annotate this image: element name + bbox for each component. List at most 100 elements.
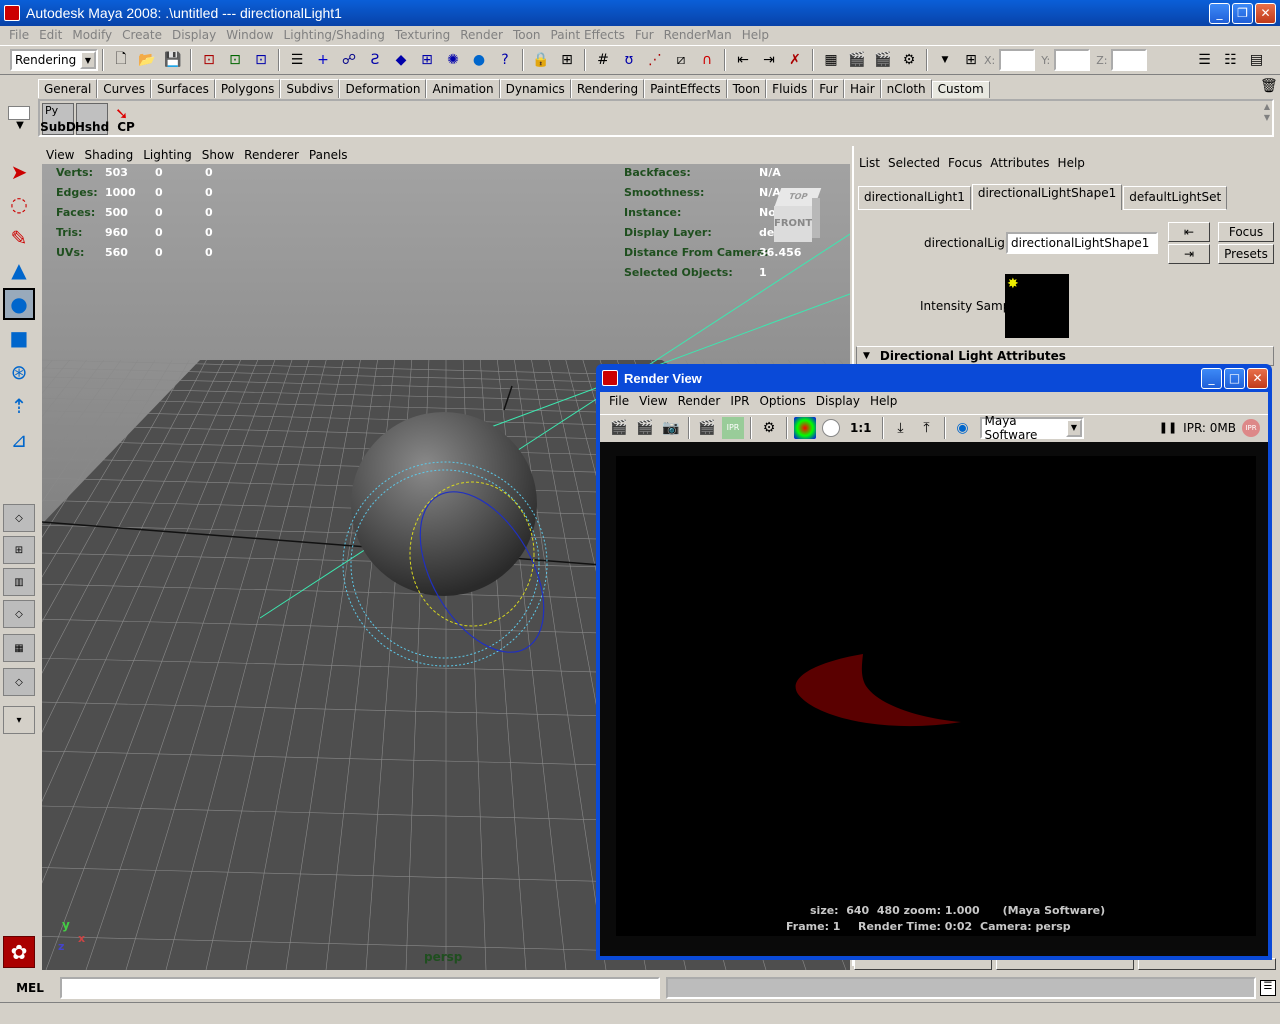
transform-mode-icon[interactable]: ⊞ (960, 49, 982, 71)
menu-lighting-shading[interactable]: Lighting/Shading (284, 28, 385, 42)
select-handles-icon[interactable]: + (312, 49, 334, 71)
rv-minimize-button[interactable]: _ (1201, 367, 1222, 389)
scale-tool-icon[interactable]: ■ (3, 322, 35, 354)
pause-ipr-icon[interactable]: ❚❚ (1159, 421, 1177, 434)
sphere[interactable] (351, 412, 537, 596)
input-connection-button[interactable]: ⇤ (1168, 222, 1210, 242)
graph-persp-layout-icon[interactable]: ◇ (3, 600, 35, 628)
menu-toon[interactable]: Toon (513, 28, 541, 42)
snap-view-plane-icon[interactable]: ⧄ (670, 49, 692, 71)
shelf-scroll-arrows[interactable]: ▲ ▼ (1264, 101, 1270, 123)
view-cube[interactable]: TOP FRONT (774, 188, 822, 246)
rv-menu-display[interactable]: Display (816, 394, 860, 412)
ae-menu-list[interactable]: List (859, 156, 880, 172)
layout-menu-icon[interactable]: ▾ (3, 706, 35, 734)
vp-menu-view[interactable]: View (46, 148, 74, 162)
shelf-tab-subdivs[interactable]: Subdivs (280, 79, 340, 98)
command-input[interactable] (60, 977, 660, 999)
vp-menu-panels[interactable]: Panels (309, 148, 348, 162)
universal-manipulator-icon[interactable]: ⊛ (3, 356, 35, 388)
shelf-tab-painteffects[interactable]: PaintEffects (644, 79, 727, 98)
menu-modify[interactable]: Modify (72, 28, 112, 42)
ae-menu-focus[interactable]: Focus (948, 156, 982, 172)
ae-menu-attributes[interactable]: Attributes (990, 156, 1049, 172)
rv-menu-file[interactable]: File (609, 394, 629, 412)
shelf-button-hshd[interactable]: Hshd (75, 103, 109, 135)
shelf-editor-icon[interactable] (8, 106, 30, 120)
persp-graph-layout-icon[interactable]: ◇ (3, 668, 35, 696)
shelf-tab-general[interactable]: General (38, 79, 98, 98)
z-input[interactable] (1111, 49, 1148, 71)
ae-tab-defaultlightset[interactable]: defaultLightSet (1123, 186, 1228, 210)
construction-history-icon[interactable]: ✗ (784, 49, 806, 71)
snap-curve-icon[interactable]: ʊ (618, 49, 640, 71)
ae-menu-selected[interactable]: Selected (888, 156, 940, 172)
output-connection-button[interactable]: ⇥ (1168, 244, 1210, 264)
rotate-tool-icon[interactable]: ● (3, 288, 35, 320)
menu-renderman[interactable]: RenderMan (664, 28, 732, 42)
node-name-field[interactable]: directionalLightShape1 (1006, 232, 1158, 254)
show-manipulator-icon[interactable]: ⊿ (3, 424, 35, 456)
render-view-icon[interactable]: ▦ (820, 49, 842, 71)
channel-box-toggle-icon[interactable]: ▤ (1245, 49, 1267, 71)
view-cube-front[interactable]: FRONT (774, 206, 812, 242)
input-connections-icon[interactable]: ⇤ (732, 49, 754, 71)
menu-display[interactable]: Display (172, 28, 216, 42)
shelf-tab-deformation[interactable]: Deformation (339, 79, 427, 98)
ipr-refresh-icon[interactable]: IPR (722, 416, 744, 439)
shelf-tab-custom[interactable]: Custom (931, 81, 990, 98)
menu-fur[interactable]: Fur (635, 28, 654, 42)
menu-window[interactable]: Window (226, 28, 273, 42)
rv-maximize-button[interactable]: □ (1224, 367, 1245, 389)
remove-image-icon[interactable]: ⤒ (916, 417, 938, 439)
save-scene-icon[interactable]: 💾 (162, 49, 184, 71)
make-live-icon[interactable]: ∩ (696, 49, 718, 71)
shelf-tab-animation[interactable]: Animation (426, 79, 500, 98)
new-scene-icon[interactable]: 🗋 (110, 49, 132, 71)
menu-file[interactable]: File (9, 28, 29, 42)
rv-close-button[interactable]: ✕ (1247, 367, 1268, 389)
y-input[interactable] (1054, 49, 1091, 71)
rv-menu-options[interactable]: Options (759, 394, 805, 412)
select-surfaces-icon[interactable]: ◆ (390, 49, 412, 71)
menuset-dropdown[interactable]: Rendering ▼ (10, 49, 98, 71)
render-region-icon[interactable]: 🎬 (634, 417, 656, 439)
renderer-dropdown[interactable]: Maya Software ▼ (979, 414, 1084, 442)
highlight-selection-icon[interactable]: ⊞ (556, 49, 578, 71)
display-render-camera-icon[interactable]: ◉ (952, 417, 974, 439)
shelf-tab-curves[interactable]: Curves (97, 79, 151, 98)
rv-menu-help[interactable]: Help (870, 394, 897, 412)
render-current-frame-icon[interactable]: 🎬 (846, 49, 868, 71)
alpha-channel-icon[interactable] (820, 417, 842, 439)
x-input[interactable] (999, 49, 1036, 71)
select-dynamics-icon[interactable]: ✺ (442, 49, 464, 71)
menu-texturing[interactable]: Texturing (395, 28, 450, 42)
output-connections-icon[interactable]: ⇥ (758, 49, 780, 71)
attribute-editor-toggle-icon[interactable]: ☰ (1193, 49, 1215, 71)
shelf-tab-fluids[interactable]: Fluids (766, 79, 814, 98)
select-curves-icon[interactable]: Ƨ (364, 49, 386, 71)
render-settings-icon[interactable]: ⚙ (758, 417, 780, 439)
color-channels-icon[interactable] (794, 416, 816, 439)
select-object-icon[interactable]: ⊡ (224, 49, 246, 71)
maximize-button[interactable]: ❐ (1232, 2, 1253, 24)
shelf-tab-surfaces[interactable]: Surfaces (150, 79, 215, 98)
focus-button[interactable]: Focus (1218, 222, 1274, 242)
render-view-title-bar[interactable]: Render View _ □ ✕ (596, 364, 1272, 392)
vp-menu-show[interactable]: Show (202, 148, 234, 162)
input-field-menu-icon[interactable]: ▼ (934, 49, 956, 71)
menu-edit[interactable]: Edit (39, 28, 62, 42)
real-size-button[interactable]: 1:1 (850, 421, 872, 435)
open-scene-icon[interactable]: 📂 (136, 49, 158, 71)
lasso-tool-icon[interactable]: ◌ (3, 188, 35, 220)
menu-help[interactable]: Help (742, 28, 769, 42)
snap-point-icon[interactable]: ⋰ (644, 49, 666, 71)
vp-menu-lighting[interactable]: Lighting (143, 148, 192, 162)
shelf-tab-dynamics[interactable]: Dynamics (499, 79, 571, 98)
shelf-tab-rendering[interactable]: Rendering (570, 79, 645, 98)
shelf-tab-toon[interactable]: Toon (726, 79, 767, 98)
shelf-tab-hair[interactable]: Hair (844, 79, 881, 98)
paint-select-tool-icon[interactable]: ✎ (3, 222, 35, 254)
mel-language-toggle[interactable]: MEL (0, 981, 60, 995)
keep-image-icon[interactable]: ⤓ (890, 417, 912, 439)
